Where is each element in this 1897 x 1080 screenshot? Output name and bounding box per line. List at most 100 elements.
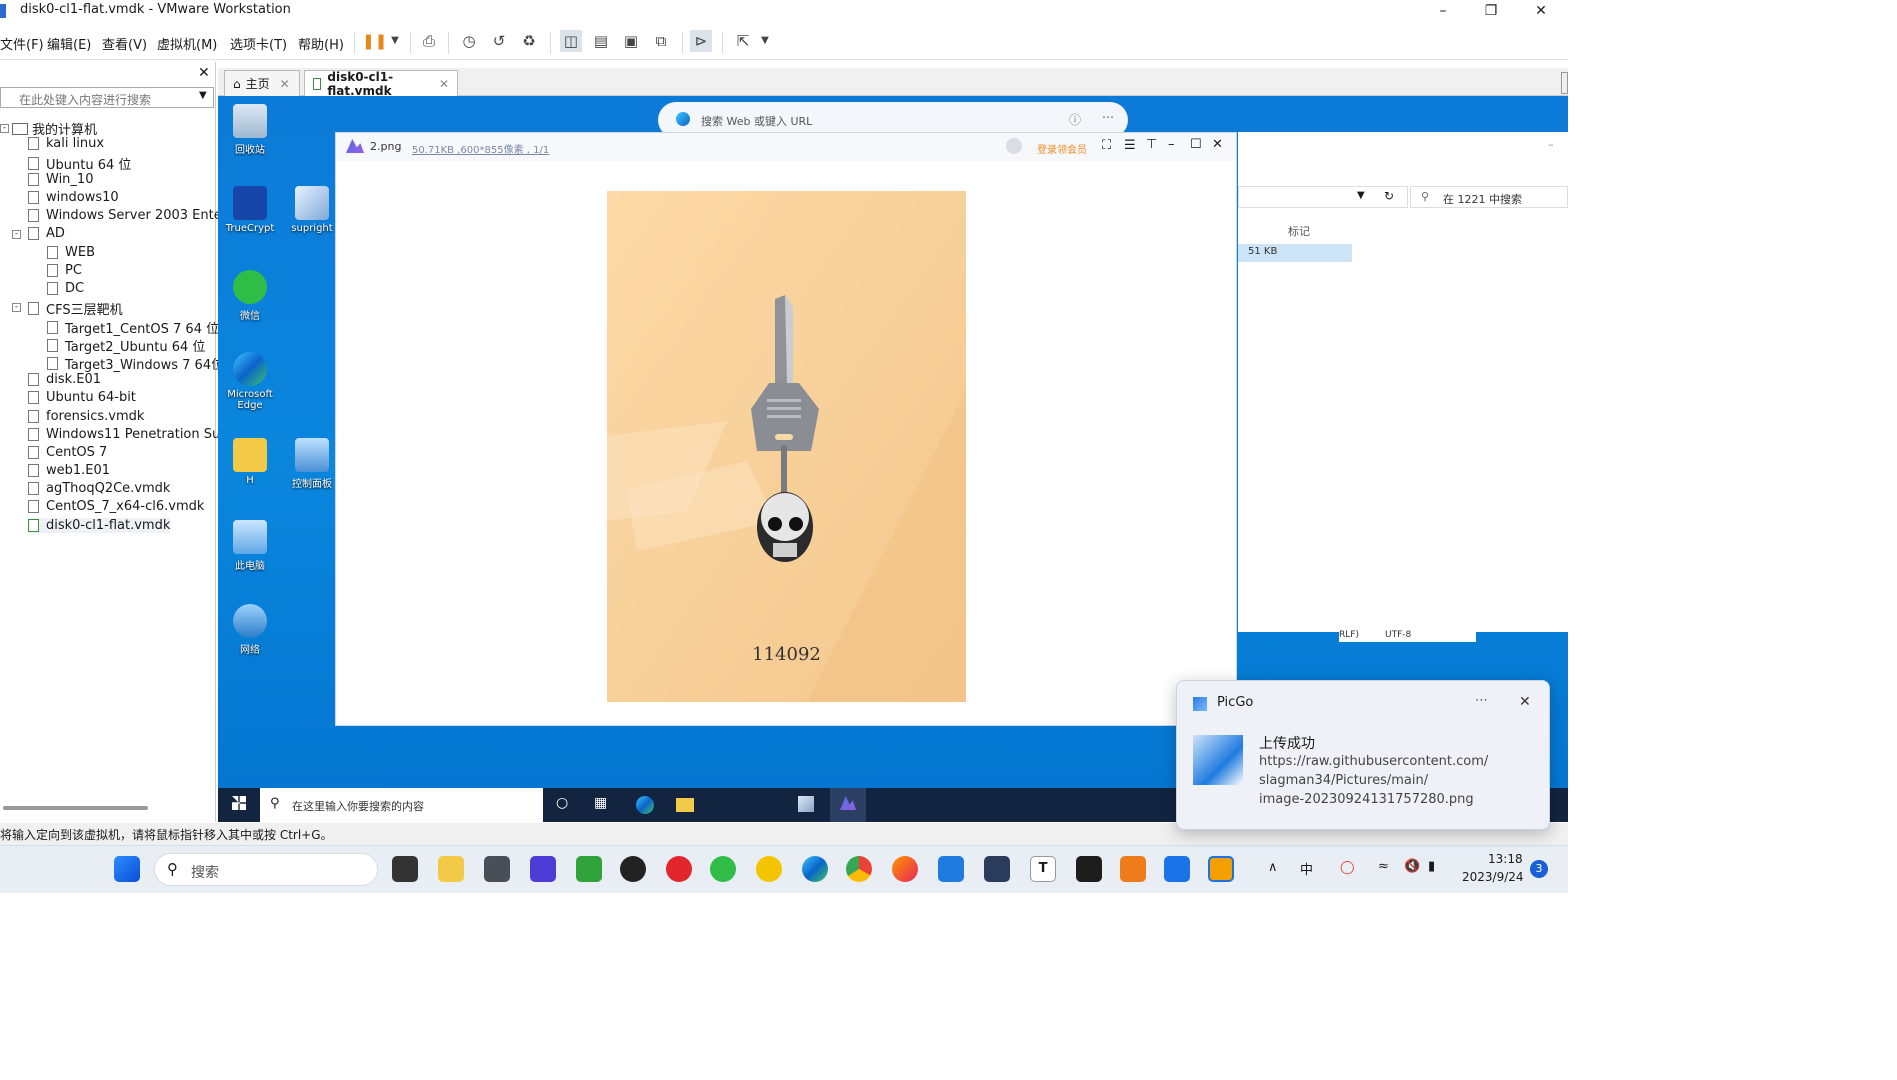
tab-vm[interactable]: disk0-cl1-flat.vmdk ✕ (304, 70, 458, 98)
tab-home[interactable]: ⌂ 主页 ✕ (224, 70, 300, 96)
maximize-icon[interactable]: ☐ (1190, 137, 1202, 152)
wechat-icon[interactable] (710, 856, 736, 882)
vm-list-item[interactable]: windows10 (28, 190, 119, 205)
battery-icon[interactable]: ▮ (1428, 859, 1435, 874)
tab-scroll[interactable] (1561, 72, 1568, 94)
vm-list-item[interactable]: CentOS 7 (28, 445, 107, 460)
task-view-icon[interactable]: ▦ (594, 795, 607, 811)
typora-icon[interactable]: T (1030, 856, 1056, 882)
vm-list-item[interactable]: PC (47, 263, 82, 278)
address-dropdown[interactable]: ▼ ↻ (1238, 186, 1408, 208)
vm-list-item[interactable]: CentOS_7_x64-cl6.vmdk (28, 499, 204, 514)
menu-vm[interactable]: 虚拟机(M) (157, 34, 217, 53)
wifi-icon[interactable]: ≈ (1378, 859, 1389, 874)
vm-list-item[interactable]: Win_10 (28, 172, 93, 187)
vm-list-item[interactable]: agThoqQ2Ce.vmdk (28, 481, 170, 496)
help-icon[interactable]: ⓘ (1069, 111, 1081, 128)
app-feather-icon[interactable] (1076, 856, 1102, 882)
refresh-icon[interactable]: ↻ (1384, 189, 1394, 203)
chevron-down-icon[interactable]: ▼ (754, 30, 776, 52)
vm-list-item[interactable]: Windows11 Penetration Sui (28, 427, 224, 442)
snapshot-manager-icon[interactable]: ♻ (518, 30, 540, 52)
host-search-box[interactable]: ⚲ 搜索 (154, 853, 378, 886)
edge-taskbar-icon[interactable] (636, 796, 654, 814)
app-cube-icon[interactable] (484, 856, 510, 882)
edge-icon[interactable] (802, 856, 828, 882)
close-icon[interactable]: ✕ (280, 77, 290, 91)
menu-icon[interactable]: ☰ (1124, 138, 1136, 153)
vm-taskbar-search[interactable]: ⚲ 在这里输入你要搜索的内容 (260, 788, 543, 822)
windows-start-icon[interactable] (114, 856, 140, 882)
close-icon[interactable]: ✕ (1519, 694, 1531, 710)
vm-list-item[interactable]: kali linux (28, 136, 104, 151)
file-row-selected[interactable]: 51 KB (1238, 244, 1352, 262)
file-explorer-taskbar-icon[interactable] (676, 798, 694, 812)
vmware-icon[interactable] (1208, 856, 1234, 882)
vm-list-item[interactable]: Ubuntu 64 位 (28, 154, 131, 173)
image-viewer-window[interactable]: 2.png 50.71KB ,600*855像素 , 1/1 登录领会员 ⛶ ☰… (335, 132, 1237, 726)
clock-date[interactable]: 2023/9/24 (1462, 870, 1524, 884)
qq-icon[interactable] (620, 856, 646, 882)
vm-list-item[interactable]: WEB (47, 245, 95, 260)
collapse-icon[interactable]: - (12, 303, 21, 312)
minimize-icon[interactable]: – (1548, 138, 1554, 151)
close-button[interactable]: ✕ (1518, 0, 1564, 24)
firefox-icon[interactable] (892, 856, 918, 882)
vm-list-item[interactable]: CFS三层靶机 (28, 299, 123, 318)
ime-icon[interactable]: 中 (1300, 859, 1313, 878)
avatar-icon[interactable] (1006, 138, 1022, 154)
vm-list-item[interactable]: Ubuntu 64-bit (28, 390, 136, 405)
picgo-notification[interactable]: PicGo ⋯ ✕ 上传成功 https://raw.githubusercon… (1176, 680, 1550, 830)
restore-button[interactable]: ❐ (1468, 0, 1514, 24)
desktop-icon-supright[interactable]: supright (282, 186, 342, 234)
vm-list-item[interactable]: disk.E01 (28, 372, 101, 387)
vm-list-item[interactable]: Windows Server 2003 Enter (28, 208, 227, 223)
wps-icon[interactable]: ◯ (1340, 860, 1355, 875)
chat-icon[interactable] (938, 856, 964, 882)
cat-app-icon[interactable] (984, 856, 1010, 882)
member-login-link[interactable]: 登录领会员 (1037, 141, 1087, 156)
collapse-icon[interactable]: - (0, 124, 9, 133)
pin-icon[interactable]: ⊤ (1146, 137, 1157, 152)
sublime-icon[interactable] (1120, 856, 1146, 882)
close-library-icon[interactable]: ✕ (198, 65, 210, 81)
chevron-down-icon[interactable]: ▼ (384, 30, 406, 52)
menu-view[interactable]: 查看(V) (102, 34, 147, 53)
vm-list-item[interactable]: Target1_CentOS 7 64 位 (47, 318, 219, 337)
desktop-icon-edge[interactable]: Microsoft Edge (220, 352, 280, 411)
desktop-icon-recycle-bin[interactable]: 回收站 (220, 104, 280, 156)
vm-list-item[interactable]: DC (47, 281, 84, 296)
snapshot-icon[interactable]: ◷ (458, 30, 480, 52)
send-keys-icon[interactable]: ⎙ (418, 30, 440, 52)
vm-list-item[interactable]: forensics.vmdk (28, 409, 144, 424)
vm-list-item[interactable]: web1.E01 (28, 463, 110, 478)
pause-icon[interactable]: ❚❚ (362, 30, 387, 52)
more-icon[interactable]: ⋯ (1475, 693, 1488, 708)
netease-music-icon[interactable] (666, 856, 692, 882)
fullscreen-icon[interactable]: ⛶ (1102, 138, 1111, 153)
chevron-up-icon[interactable]: ∧ (1268, 860, 1278, 875)
clock-time[interactable]: 13:18 (1488, 852, 1523, 866)
close-icon[interactable]: ✕ (439, 77, 449, 91)
chevron-down-icon[interactable]: ▼ (199, 90, 207, 101)
app-z-icon[interactable] (530, 856, 556, 882)
desktop-icon-wechat[interactable]: 微信 (220, 270, 280, 322)
more-icon[interactable]: ⋯ (1102, 110, 1114, 124)
xbox-icon[interactable] (576, 856, 602, 882)
collapse-icon[interactable]: - (12, 230, 21, 239)
thumbnail-icon[interactable]: ▤ (590, 30, 612, 52)
library-toggle-icon[interactable]: ◫ (560, 30, 582, 52)
minimize-button[interactable]: – (1420, 0, 1466, 24)
desktop-icon-this-pc[interactable]: 此电脑 (220, 520, 280, 572)
vm-list-item[interactable]: Target2_Ubuntu 64 位 (47, 336, 205, 355)
stretch-icon[interactable]: ⇱ (732, 30, 754, 52)
desktop-icon-truecrypt[interactable]: TrueCrypt (220, 186, 280, 234)
menu-help[interactable]: 帮助(H) (298, 34, 344, 53)
cortana-icon[interactable]: ○ (556, 795, 568, 811)
file-explorer-window[interactable]: – ▼ ↻ ⚲ 在 1221 中搜索 标记 51 KB (1238, 132, 1568, 632)
unity-icon[interactable]: ⧉ (650, 30, 672, 52)
menu-file[interactable]: 文件(F) (0, 34, 44, 53)
windows-start-icon[interactable] (232, 796, 246, 810)
close-icon[interactable]: ✕ (1212, 137, 1223, 152)
menu-tabs[interactable]: 选项卡(T) (230, 34, 287, 53)
